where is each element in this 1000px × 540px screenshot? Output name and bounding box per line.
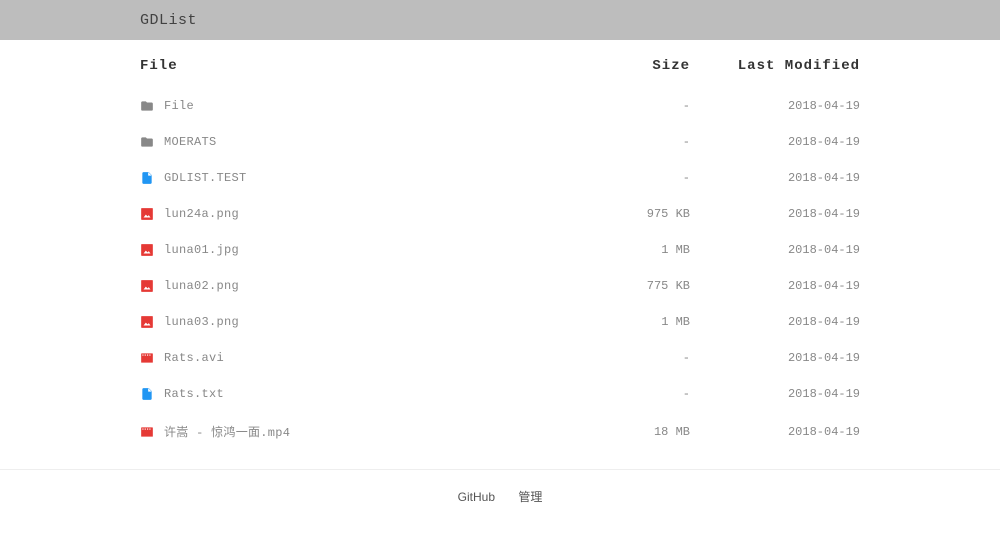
file-modified: 2018-04-19 (690, 243, 860, 257)
file-name: luna02.png (164, 279, 239, 293)
footer-github-link[interactable]: GitHub (458, 490, 495, 504)
file-size: - (590, 135, 690, 149)
file-name: MOERATS (164, 135, 217, 149)
image-icon (140, 207, 154, 221)
header-bar: GDList (0, 0, 1000, 40)
file-row[interactable]: File -2018-04-19 (140, 88, 860, 124)
file-size: - (590, 351, 690, 365)
file-row[interactable]: GDLIST.TEST -2018-04-19 (140, 160, 860, 196)
file-listing: File Size Last Modified File-2018-04-19M… (140, 40, 860, 451)
footer-admin-link[interactable]: 管理 (518, 490, 542, 504)
file-modified: 2018-04-19 (690, 387, 860, 401)
table-header: File Size Last Modified (140, 58, 860, 88)
file-row[interactable]: Rats.txt -2018-04-19 (140, 376, 860, 412)
image-icon (140, 279, 154, 293)
column-header-file: File (140, 58, 590, 74)
file-row[interactable]: 许嵩 - 惊鸿一面.mp4 18 MB2018-04-19 (140, 412, 860, 451)
file-modified: 2018-04-19 (690, 99, 860, 113)
file-size: 975 KB (590, 207, 690, 221)
file-name: GDLIST.TEST (164, 171, 247, 185)
file-size: 18 MB (590, 425, 690, 439)
column-header-size: Size (590, 58, 690, 74)
file-modified: 2018-04-19 (690, 207, 860, 221)
video-icon (140, 351, 154, 365)
doc-icon (140, 387, 154, 401)
file-name: Rats.avi (164, 351, 224, 365)
file-row[interactable]: luna02.png 775 KB2018-04-19 (140, 268, 860, 304)
file-modified: 2018-04-19 (690, 425, 860, 439)
file-name: Rats.txt (164, 387, 224, 401)
file-name: luna01.jpg (164, 243, 239, 257)
folder-icon (140, 135, 154, 149)
file-row[interactable]: lun24a.png 975 KB2018-04-19 (140, 196, 860, 232)
video-icon (140, 425, 154, 439)
column-header-modified: Last Modified (690, 58, 860, 74)
file-name: lun24a.png (164, 207, 239, 221)
file-size: - (590, 387, 690, 401)
file-row[interactable]: Rats.avi -2018-04-19 (140, 340, 860, 376)
file-name: File (164, 99, 194, 113)
file-size: 1 MB (590, 315, 690, 329)
file-size: 775 KB (590, 279, 690, 293)
file-name: luna03.png (164, 315, 239, 329)
image-icon (140, 243, 154, 257)
app-title: GDList (140, 12, 197, 29)
file-modified: 2018-04-19 (690, 351, 860, 365)
file-size: - (590, 171, 690, 185)
file-modified: 2018-04-19 (690, 279, 860, 293)
footer: GitHub 管理 (0, 470, 1000, 529)
file-row[interactable]: MOERATS -2018-04-19 (140, 124, 860, 160)
file-row[interactable]: luna03.png 1 MB2018-04-19 (140, 304, 860, 340)
folder-icon (140, 99, 154, 113)
file-name: 许嵩 - 惊鸿一面.mp4 (164, 423, 290, 440)
file-modified: 2018-04-19 (690, 171, 860, 185)
file-row[interactable]: luna01.jpg 1 MB2018-04-19 (140, 232, 860, 268)
doc-icon (140, 171, 154, 185)
image-icon (140, 315, 154, 329)
file-modified: 2018-04-19 (690, 315, 860, 329)
file-size: - (590, 99, 690, 113)
file-size: 1 MB (590, 243, 690, 257)
file-modified: 2018-04-19 (690, 135, 860, 149)
